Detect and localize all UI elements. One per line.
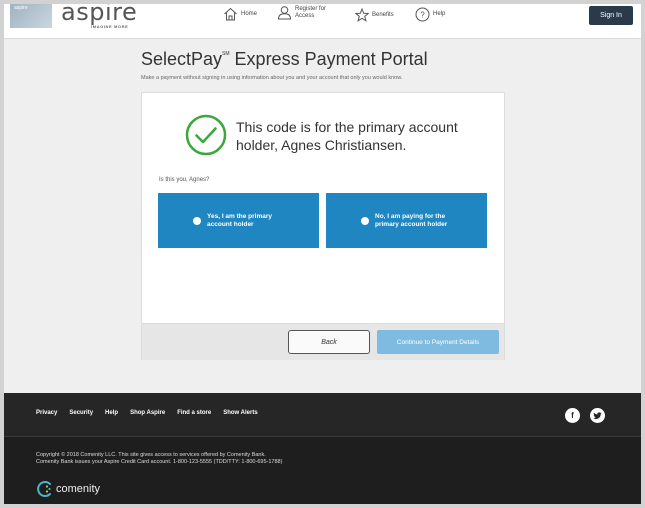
svg-text:?: ? — [420, 11, 425, 20]
nav-benefits[interactable]: Benefits — [355, 8, 394, 22]
card-thumbnail: aspire — [10, 4, 52, 28]
user-icon — [277, 6, 292, 20]
copyright-text: Copyright © 2018 Comenity LLC. This site… — [36, 452, 282, 466]
comenity-wordmark: comenity — [56, 483, 101, 495]
copyright-line-2: Comenity Bank issues your Aspire Credit … — [36, 459, 283, 465]
title-brand: SelectPay — [141, 49, 223, 69]
paying-for-holder-option-label: No, I am paying for the primary account … — [375, 212, 448, 228]
help-icon: ? — [415, 7, 430, 22]
browser-viewport: aspire aspire IMAGINE MORE Home Register… — [4, 4, 641, 504]
facebook-icon[interactable]: f — [565, 408, 580, 423]
nav-home[interactable]: Home — [223, 7, 257, 21]
nav-benefits-label: Benefits — [372, 11, 394, 18]
identity-question: Is this you, Agnes? — [159, 177, 210, 183]
back-button[interactable]: Back — [288, 330, 370, 354]
footer-legal: Copyright © 2018 Comenity LLC. This site… — [4, 437, 641, 504]
site-header: aspire aspire IMAGINE MORE Home Register… — [4, 4, 641, 39]
continue-button[interactable]: Continue to Payment Details — [377, 330, 499, 354]
nav-register-label: Register for Access — [295, 5, 327, 19]
radio-button[interactable] — [361, 216, 369, 225]
radio-button[interactable] — [193, 216, 201, 225]
footer-link-privacy[interactable]: Privacy — [36, 410, 57, 416]
page-title: SelectPaySM Express Payment Portal — [141, 49, 428, 70]
comenity-logo-icon — [37, 481, 51, 497]
footer-link-shop-aspire[interactable]: Shop Aspire — [130, 410, 165, 416]
comenity-logo[interactable]: comenity — [36, 480, 100, 498]
twitter-bird-icon — [593, 411, 602, 419]
footer-link-security[interactable]: Security — [69, 410, 93, 416]
paying-for-holder-option[interactable]: No, I am paying for the primary account … — [326, 193, 487, 248]
copyright-line-1: Copyright © 2018 Comenity LLC. This site… — [36, 452, 266, 458]
service-mark: SM — [222, 51, 230, 57]
check-circle-icon — [185, 114, 227, 156]
panel-actions: Back Continue to Payment Details — [142, 323, 504, 360]
card-thumbnail-text: aspire — [14, 5, 28, 11]
nav-help[interactable]: ? Help — [415, 7, 445, 22]
footer-link-help[interactable]: Help — [105, 410, 118, 416]
verification-panel: This code is for the primary account hol… — [141, 92, 505, 360]
footer-link-show-alerts[interactable]: Show Alerts — [223, 410, 257, 416]
home-icon — [224, 7, 237, 21]
site-footer: Privacy Security Help Shop Aspire Find a… — [4, 393, 641, 504]
nav-help-label: Help — [433, 11, 446, 17]
footer-link-find-store[interactable]: Find a store — [177, 410, 211, 416]
sign-in-button[interactable]: Sign In — [589, 6, 633, 25]
page-subtitle: Make a payment without signing in using … — [141, 75, 403, 81]
nav-register[interactable]: Register for Access — [277, 5, 335, 20]
twitter-icon[interactable] — [590, 408, 605, 423]
nav-home-label: Home — [241, 10, 258, 17]
title-rest: Express Payment Portal — [229, 49, 428, 69]
star-icon — [355, 8, 369, 22]
aspire-logo[interactable]: aspire — [61, 4, 137, 26]
primary-holder-option-label: Yes, I am the primary account holder — [207, 212, 273, 228]
primary-holder-option[interactable]: Yes, I am the primary account holder — [158, 193, 319, 248]
footer-links: Privacy Security Help Shop Aspire Find a… — [36, 410, 270, 416]
logo-tagline: IMAGINE MORE — [91, 24, 129, 29]
account-holder-message: This code is for the primary account hol… — [236, 119, 458, 153]
